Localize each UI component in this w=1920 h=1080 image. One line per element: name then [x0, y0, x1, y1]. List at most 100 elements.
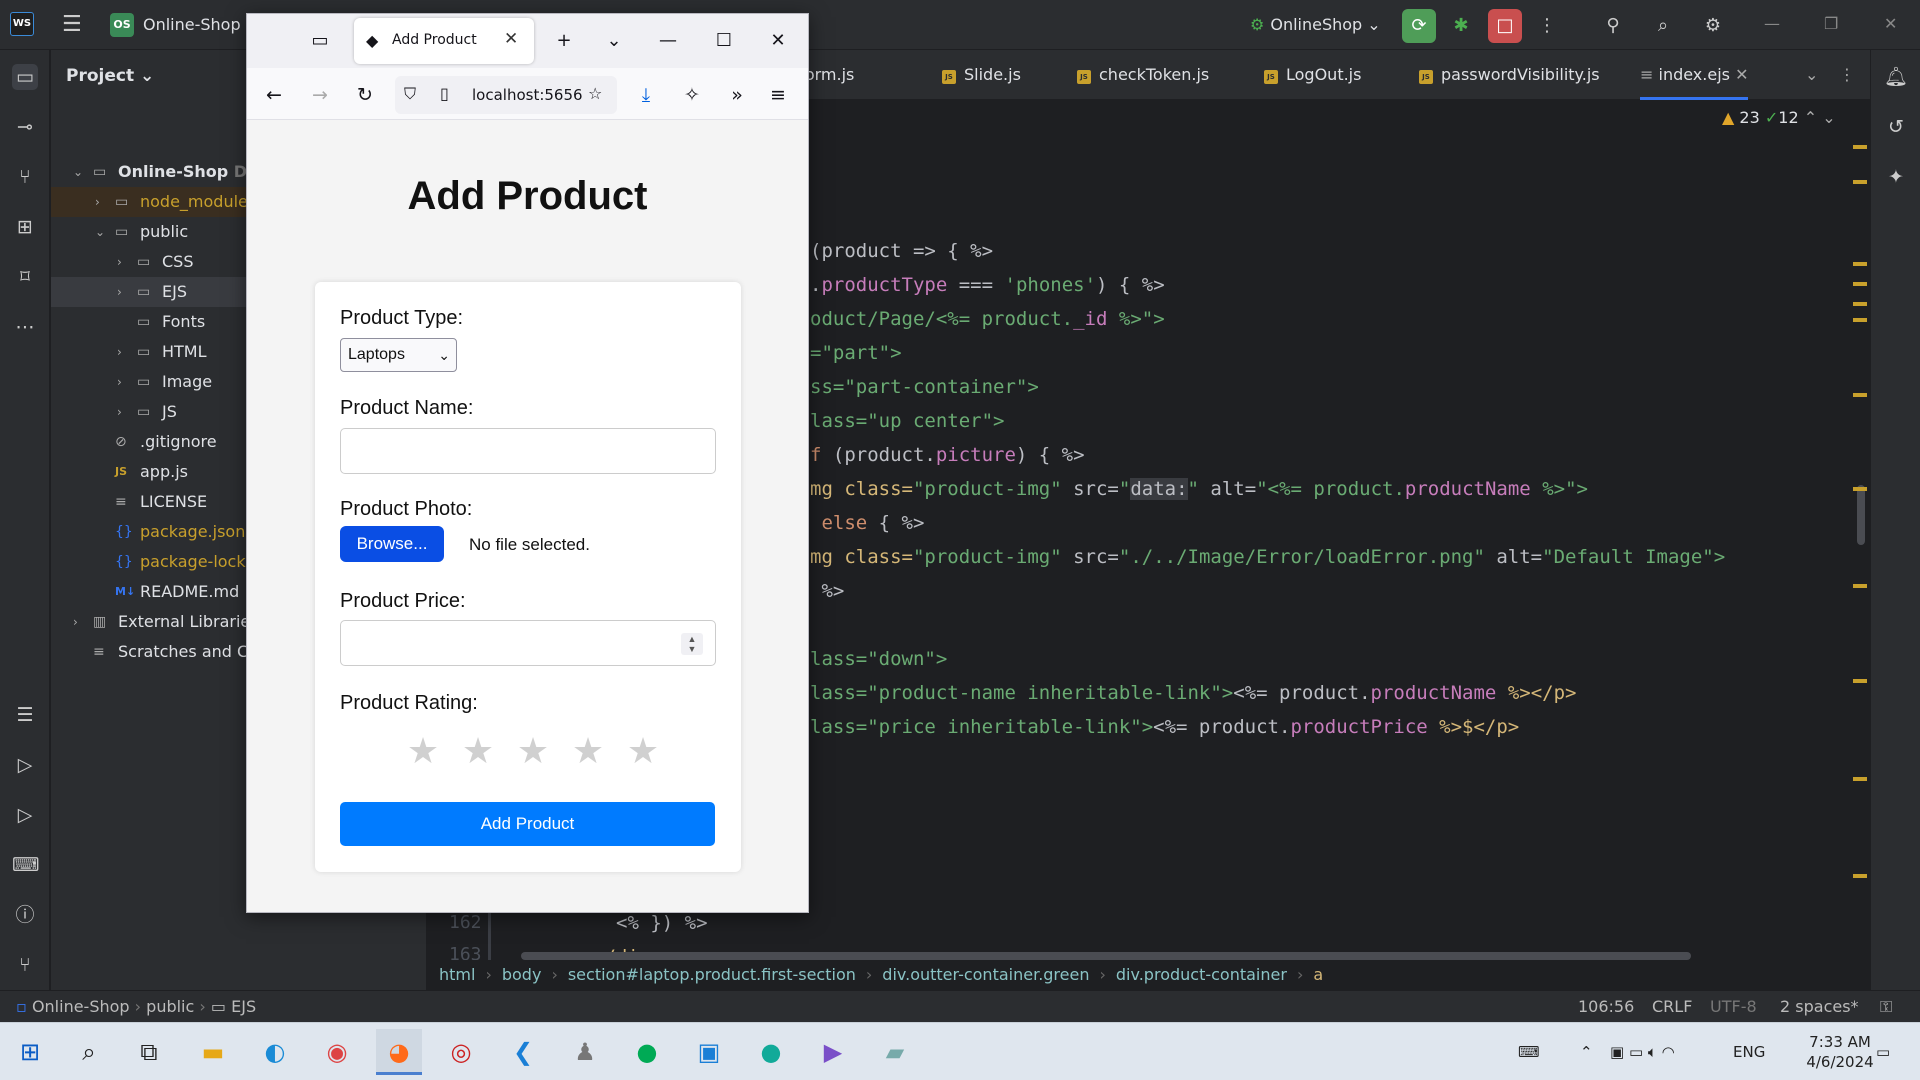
run-config-selector[interactable]: ⚙ OnlineShop ⌄	[1250, 15, 1381, 34]
chevron-right-icon[interactable]: ›	[95, 187, 111, 217]
chrome-icon[interactable]: ◉	[314, 1029, 360, 1075]
url-text[interactable]: localhost:5656	[472, 86, 582, 104]
rating-star-icon[interactable]: ★	[403, 730, 443, 772]
rating-star-icon[interactable]: ★	[623, 730, 663, 772]
todo-icon[interactable]: ☰	[12, 702, 38, 728]
lock-icon[interactable]: ⚿	[1880, 991, 1892, 1023]
page-info-icon[interactable]: ▯	[440, 84, 449, 103]
close-window-icon[interactable]: ✕	[761, 28, 795, 54]
commit-icon[interactable]: ⊸	[12, 114, 38, 140]
overflow-menu-icon[interactable]: »	[722, 80, 752, 110]
app-menu-icon[interactable]: ≡	[763, 80, 793, 110]
horizontal-scrollbar[interactable]	[521, 952, 1691, 960]
product-type-select[interactable]: Laptops ⌄	[340, 338, 457, 372]
project-panel-header[interactable]: Project ⌄	[66, 66, 154, 86]
user-add-icon[interactable]: ⚲	[1596, 9, 1630, 43]
file-encoding[interactable]: UTF-8	[1710, 991, 1757, 1023]
number-spinner-icon[interactable]: ▲ ▼	[681, 633, 703, 655]
error-stripe-marker[interactable]	[1853, 302, 1867, 306]
pull-requests-icon[interactable]: ⑂	[12, 164, 38, 190]
file-tab[interactable]: JS LogOut.js	[1264, 50, 1361, 100]
structure-icon[interactable]: ⊞	[12, 214, 38, 240]
file-tab[interactable]: JS checkToken.js	[1077, 50, 1209, 100]
browser-tab-add-product[interactable]: ◆ Add Product ✕	[354, 18, 534, 64]
tab-list-chevron-icon[interactable]: ⌄	[597, 28, 631, 54]
error-stripe-marker[interactable]	[1853, 584, 1867, 588]
record-app-icon[interactable]: ◎	[438, 1029, 484, 1075]
reload-icon[interactable]: ↻	[350, 80, 380, 110]
notifications-icon[interactable]: 🔔︎	[1883, 64, 1909, 90]
git-icon[interactable]: ⑂	[12, 952, 38, 978]
ai-assistant-icon[interactable]: ✦	[1883, 164, 1909, 190]
file-tab[interactable]: ≡ index.ejs ✕	[1640, 50, 1749, 100]
error-stripe-marker[interactable]	[1853, 262, 1867, 266]
product-name-input[interactable]	[340, 428, 716, 474]
project-name[interactable]: Online-Shop	[143, 15, 241, 34]
search-icon[interactable]: ⌕	[66, 1029, 112, 1075]
address-bar[interactable]: ⛉ ▯ localhost:5656 ☆	[395, 76, 617, 114]
more-actions-icon[interactable]: ⋮	[1530, 9, 1564, 43]
app-icon[interactable]: ♟	[562, 1029, 608, 1075]
rating-star-icon[interactable]: ★	[568, 730, 608, 772]
add-product-button[interactable]: Add Product	[340, 802, 715, 846]
stop-button[interactable]: □	[1488, 9, 1522, 43]
chevron-down-icon[interactable]: ⌄	[95, 217, 111, 247]
chevron-right-icon[interactable]: ›	[73, 607, 89, 637]
task-view-icon[interactable]: ⧉	[126, 1029, 172, 1075]
run-icon[interactable]: ▷	[12, 802, 38, 828]
rating-star-icon[interactable]: ★	[458, 730, 498, 772]
firefox-icon[interactable]: ◕	[376, 1029, 422, 1075]
services-icon[interactable]: ▷	[12, 752, 38, 778]
minimize-icon[interactable]: —	[1764, 14, 1780, 33]
debug-bug-icon[interactable]: ✱	[1444, 9, 1478, 43]
settings-gear-icon[interactable]: ⚙	[1696, 9, 1730, 43]
mongodb-compass-icon[interactable]: ●	[624, 1029, 670, 1075]
line-separator[interactable]: CRLF	[1652, 991, 1692, 1023]
error-stripe-marker[interactable]	[1853, 282, 1867, 286]
file-explorer-icon[interactable]: ▬	[190, 1029, 236, 1075]
product-price-input[interactable]: ▲ ▼	[340, 620, 716, 666]
windows-start-icon[interactable]: ⊞	[7, 1029, 53, 1075]
keyboard-layout-icon[interactable]: ⌨	[1518, 1023, 1540, 1080]
bookmark-star-icon[interactable]: ☆	[588, 84, 602, 103]
error-stripe-marker[interactable]	[1853, 318, 1867, 322]
error-stripe-marker[interactable]	[1853, 145, 1867, 149]
caret-position[interactable]: 106:56	[1578, 991, 1634, 1023]
system-clock[interactable]: 7:33 AM 4/6/2024	[1800, 1032, 1880, 1072]
tabs-dropdown-icon[interactable]: ⌄	[1805, 50, 1818, 100]
chevron-right-icon[interactable]: ›	[117, 277, 133, 307]
error-stripe-marker[interactable]	[1853, 679, 1867, 683]
maximize-icon[interactable]: ☐	[707, 28, 741, 54]
language-indicator[interactable]: ENG	[1733, 1023, 1765, 1080]
media-player-icon[interactable]: ▶	[810, 1029, 856, 1075]
more-tools-icon[interactable]: ⋯	[12, 314, 38, 340]
breadcrumb-item[interactable]: div.outter-container.green	[882, 965, 1089, 984]
error-stripe-marker[interactable]	[1853, 777, 1867, 781]
breadcrumb-item[interactable]: a	[1313, 965, 1323, 984]
maximize-icon[interactable]: ❐	[1824, 14, 1838, 33]
notification-center-icon[interactable]: ▭	[1876, 1023, 1890, 1080]
history-icon[interactable]: ↺	[1883, 114, 1909, 140]
chevron-down-icon[interactable]: ⌄	[1822, 108, 1835, 127]
project-folder-icon[interactable]: ▭	[12, 64, 38, 90]
downloads-icon[interactable]: ⤓	[631, 80, 661, 110]
problems-icon[interactable]: ⓘ	[12, 902, 38, 928]
bookmarks-icon[interactable]: ⌑	[12, 264, 38, 290]
close-tab-icon[interactable]: ✕	[504, 29, 518, 49]
error-stripe-marker[interactable]	[1853, 393, 1867, 397]
error-stripe-marker[interactable]	[1853, 180, 1867, 184]
back-arrow-icon[interactable]: ←	[259, 80, 289, 110]
tray-status-icons[interactable]: ▣ ▭ 🔈︎ ◠	[1610, 1023, 1675, 1080]
chevron-right-icon[interactable]: ›	[117, 397, 133, 427]
app-icon[interactable]: ●	[748, 1029, 794, 1075]
breadcrumb-item[interactable]: section#laptop.product.first-section	[568, 965, 856, 984]
file-tab[interactable]: JS Slide.js	[942, 50, 1021, 100]
minimize-icon[interactable]: —	[651, 28, 685, 54]
webstorm-taskbar-icon[interactable]: ▣	[686, 1029, 732, 1075]
edge-icon[interactable]: ◐	[252, 1029, 298, 1075]
chevron-down-icon[interactable]: ⌄	[73, 157, 89, 187]
chevron-up-icon[interactable]: ⌃	[1804, 108, 1817, 127]
chevron-right-icon[interactable]: ›	[117, 247, 133, 277]
tray-chevron-icon[interactable]: ⌃	[1580, 1023, 1593, 1080]
main-menu-icon[interactable]: ☰	[62, 12, 82, 37]
